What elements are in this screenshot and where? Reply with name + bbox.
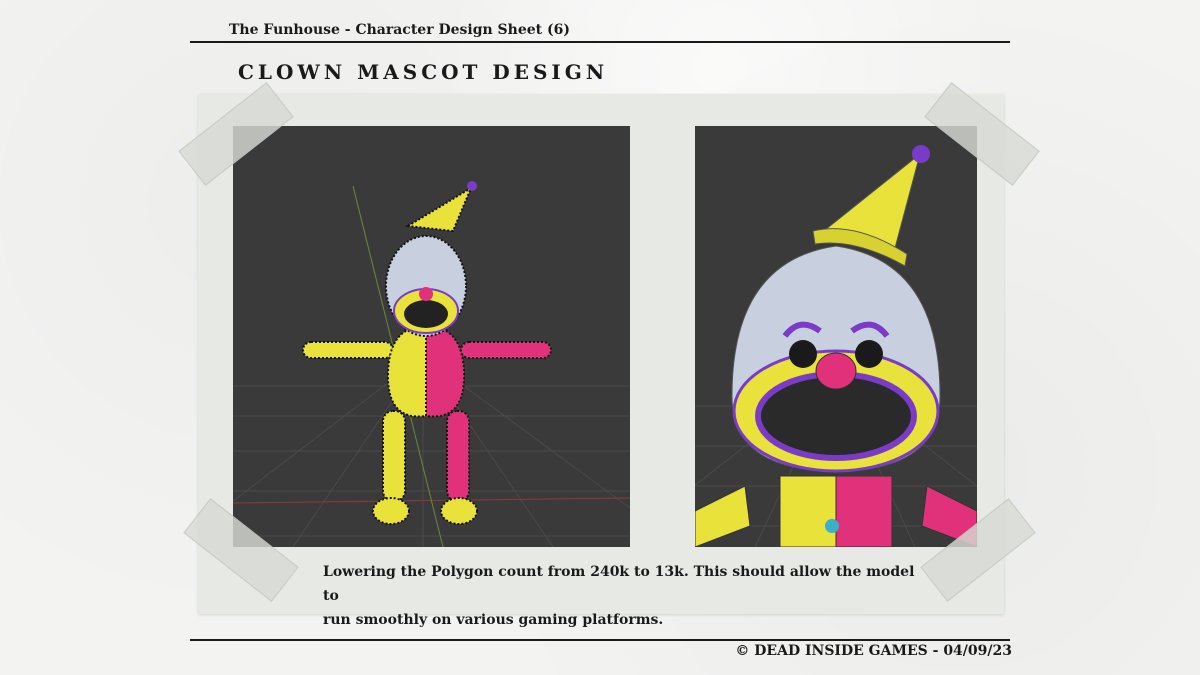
caption: Lowering the Polygon count from 240k to … (323, 560, 923, 632)
face-closeup-render (695, 126, 977, 547)
copyright-footer: © DEAD INSIDE GAMES - 04/09/23 (735, 643, 1012, 659)
footer-rule (190, 639, 1010, 641)
sheet-title: The Funhouse - Character Design Sheet (6… (229, 22, 570, 38)
caption-line-1: Lowering the Polygon count from 240k to … (323, 564, 915, 604)
caption-line-2: run smoothly on various gaming platforms… (323, 612, 664, 628)
header-rule (190, 41, 1010, 43)
design-title: CLOWN MASCOT DESIGN (238, 60, 609, 84)
full-body-render (233, 126, 630, 547)
